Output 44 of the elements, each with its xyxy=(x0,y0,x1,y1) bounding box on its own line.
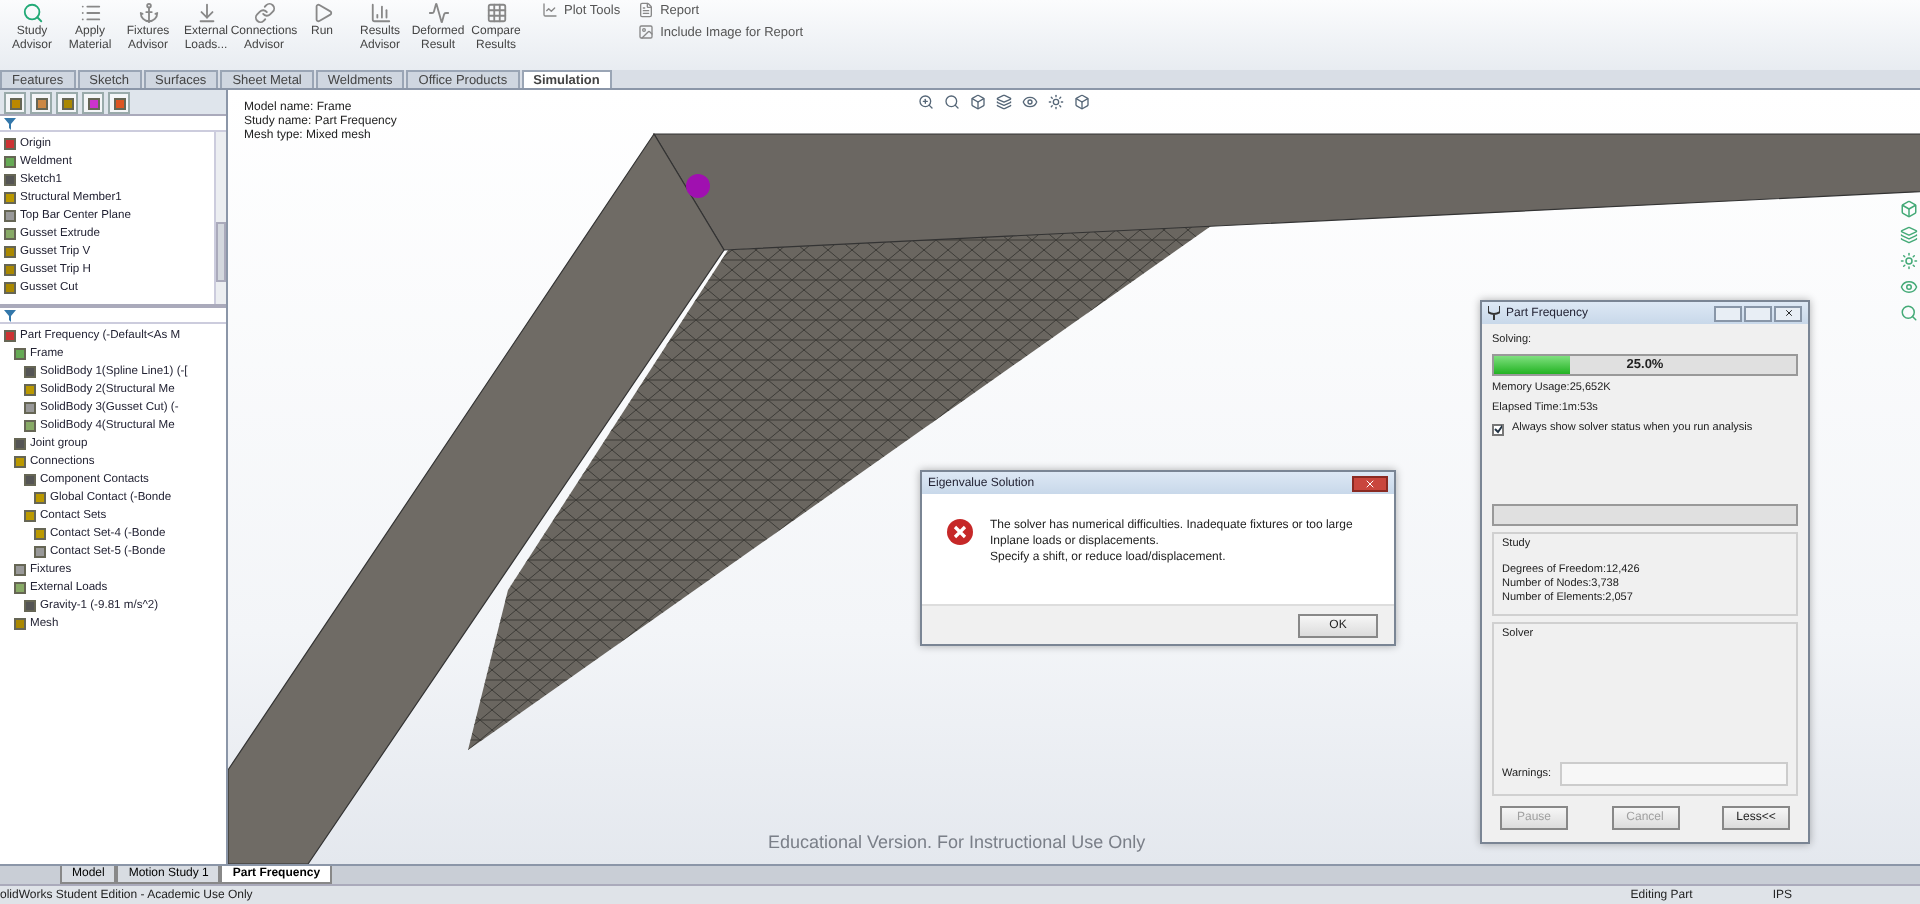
wave-icon xyxy=(427,2,449,24)
search-icon xyxy=(21,2,43,24)
document-icon xyxy=(638,2,655,18)
side-tool-icon[interactable] xyxy=(1900,200,1918,218)
checkbox[interactable] xyxy=(1492,423,1504,435)
checkmark-icon xyxy=(1494,424,1502,434)
chart-icon xyxy=(369,2,391,24)
panel-tab[interactable] xyxy=(108,92,130,114)
close-button[interactable] xyxy=(1774,305,1802,321)
view-tool-icon[interactable] xyxy=(1022,94,1038,110)
close-button[interactable] xyxy=(1352,475,1388,491)
tab-icon xyxy=(113,97,125,109)
panel-tab[interactable] xyxy=(82,92,104,114)
scrollbar-thumb[interactable] xyxy=(216,222,226,282)
tab-icon xyxy=(35,97,47,109)
view-tool-icon[interactable] xyxy=(1048,94,1064,110)
educational-notice: Educational Version. For Instructional Use Only xyxy=(768,832,1146,852)
side-tool-icon[interactable] xyxy=(1900,304,1918,322)
panel-tab[interactable] xyxy=(30,92,52,114)
link-icon xyxy=(253,2,275,24)
close-icon xyxy=(1364,477,1376,489)
grid-icon xyxy=(485,2,507,24)
error-icon xyxy=(946,518,974,546)
side-tool-icon[interactable] xyxy=(1900,226,1918,244)
anchor-icon xyxy=(137,2,159,24)
fork-icon xyxy=(1488,306,1500,320)
chart-icon xyxy=(542,2,558,18)
run-icon xyxy=(311,2,333,24)
warnings-field[interactable] xyxy=(1559,762,1788,786)
tab-icon xyxy=(61,97,73,109)
filter-icon[interactable] xyxy=(4,309,16,321)
tab-icon xyxy=(87,97,99,109)
view-tool-icon[interactable] xyxy=(996,94,1012,110)
tab-icon xyxy=(9,97,21,109)
panel-tab[interactable] xyxy=(56,92,78,114)
side-tool-icon[interactable] xyxy=(1900,252,1918,270)
view-tool-icon[interactable] xyxy=(944,94,960,110)
view-tool-icon[interactable] xyxy=(970,94,986,110)
view-tool-icon[interactable] xyxy=(918,94,934,110)
panel-tab[interactable] xyxy=(4,92,26,114)
view-tool-icon[interactable] xyxy=(1074,94,1090,110)
minimize-button[interactable] xyxy=(1714,305,1742,321)
side-tool-icon[interactable] xyxy=(1900,278,1918,296)
image-icon xyxy=(638,24,655,40)
